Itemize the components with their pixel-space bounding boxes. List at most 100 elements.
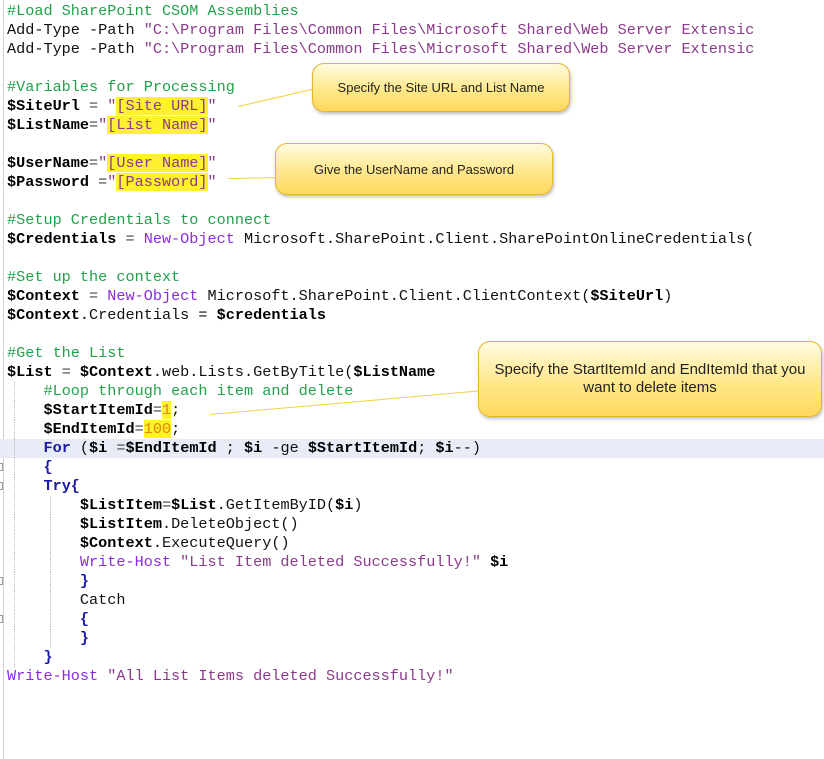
indent-guide xyxy=(13,610,15,629)
code-token: $Context xyxy=(79,534,153,552)
code-token: $List xyxy=(7,363,53,381)
code-token: = xyxy=(89,116,99,134)
code-token: New-Object xyxy=(143,230,235,248)
code-token: " xyxy=(207,173,217,191)
indent-guide xyxy=(50,553,52,572)
code-line[interactable]: $ListItem=$List.GetItemByID($i) xyxy=(0,496,824,515)
code-token: = xyxy=(152,401,162,419)
callout-credentials-text: Give the UserName and Password xyxy=(313,161,515,177)
indent-guide xyxy=(50,572,52,591)
code-token: --) xyxy=(453,439,481,457)
code-line[interactable]: #Load SharePoint CSOM Assemblies xyxy=(0,2,824,21)
code-token: ( xyxy=(70,439,90,457)
code-token: ; xyxy=(417,439,436,457)
code-token: $SiteUrl xyxy=(590,287,664,305)
code-line[interactable]: $Credentials = New-Object Microsoft.Shar… xyxy=(0,230,824,249)
code-line[interactable]: } xyxy=(0,629,824,648)
code-line[interactable]: For ($i =$EndItemId ; $i -ge $StartItemI… xyxy=(0,439,824,458)
code-token: $List xyxy=(171,496,217,514)
code-token: ; xyxy=(216,439,244,457)
code-token: Microsoft.SharePoint.Client.SharePointOn… xyxy=(234,230,755,248)
code-line[interactable]: { xyxy=(0,610,824,629)
code-line[interactable]: Write-Host "List Item deleted Successful… xyxy=(0,553,824,572)
indent-guide xyxy=(13,477,15,496)
code-token: -ge xyxy=(262,439,308,457)
code-line[interactable]: } xyxy=(0,572,824,591)
code-line[interactable]: $Context.Credentials = $credentials xyxy=(0,306,824,325)
code-token: Microsoft.SharePoint.Client.ClientContex… xyxy=(198,287,591,305)
code-line[interactable]: $Context = New-Object Microsoft.SharePoi… xyxy=(0,287,824,306)
indent-guide xyxy=(13,572,15,591)
highlighted-token: [List Name] xyxy=(107,116,208,134)
indent-guide xyxy=(13,401,15,420)
indent-guide xyxy=(13,648,15,667)
highlighted-token: [Site URL] xyxy=(116,97,208,115)
fold-marker[interactable] xyxy=(0,482,3,490)
code-token: = xyxy=(79,97,108,115)
highlighted-token: [User Name] xyxy=(107,154,208,172)
code-token: $Context xyxy=(7,287,80,305)
code-token: "List Item deleted Successfully!" xyxy=(171,553,491,571)
code-token: $i xyxy=(435,439,454,457)
code-token: $i xyxy=(490,553,509,571)
callout-item-ids: Specify the StartItemId and EndItemId th… xyxy=(478,341,822,417)
code-token: { xyxy=(43,458,53,476)
code-token: #Get the List xyxy=(7,344,126,362)
code-token: = xyxy=(134,420,144,438)
code-line[interactable]: #Setup Credentials to connect xyxy=(0,211,824,230)
code-line[interactable] xyxy=(0,249,824,268)
code-token: " xyxy=(207,97,217,115)
code-token: .DeleteObject() xyxy=(161,515,299,533)
fold-marker[interactable] xyxy=(0,615,3,623)
code-token: $Context xyxy=(7,306,80,324)
code-line[interactable]: Add-Type -Path "C:\Program Files\Common … xyxy=(0,40,824,59)
callout-site-text: Specify the Site URL and List Name xyxy=(337,80,545,95)
code-token: " xyxy=(98,116,108,134)
code-token: = xyxy=(161,496,172,514)
code-line[interactable]: $ListName="[List Name]" xyxy=(0,116,824,135)
code-line[interactable]: $Context.ExecuteQuery() xyxy=(0,534,824,553)
code-token: $EndItemId xyxy=(125,439,217,457)
code-token: = xyxy=(89,154,99,172)
code-token: ; xyxy=(171,420,181,438)
callout-items-text: Specify the StartItemId and EndItemId th… xyxy=(494,361,806,396)
code-line[interactable]: $EndItemId=100; xyxy=(0,420,824,439)
code-token: $ListItem xyxy=(79,515,162,533)
code-token: } xyxy=(43,648,53,666)
code-token: For xyxy=(43,439,71,457)
code-token: } xyxy=(79,572,90,590)
code-line[interactable]: $ListItem.DeleteObject() xyxy=(0,515,824,534)
code-line[interactable]: } xyxy=(0,648,824,667)
code-line[interactable]: Add-Type -Path "C:\Program Files\Common … xyxy=(0,21,824,40)
code-token: = xyxy=(79,287,108,305)
callout-username-password: Give the UserName and Password xyxy=(275,143,553,195)
code-token: New-Object xyxy=(107,287,199,305)
code-line[interactable]: #Set up the context xyxy=(0,268,824,287)
code-token: $i xyxy=(244,439,263,457)
code-line[interactable]: Write-Host "All List Items deleted Succe… xyxy=(0,667,824,686)
highlighted-token: 1 xyxy=(161,401,172,419)
code-token: Add-Type -Path xyxy=(7,21,144,39)
code-line[interactable]: { xyxy=(0,458,824,477)
code-token: " xyxy=(98,154,108,172)
code-token: Write-Host xyxy=(7,667,99,685)
indent-guide xyxy=(13,420,15,439)
code-token: ) xyxy=(663,287,673,305)
highlighted-token: 100 xyxy=(143,420,172,438)
indent-guide xyxy=(50,515,52,534)
fold-marker[interactable] xyxy=(0,577,3,585)
fold-marker[interactable] xyxy=(0,463,3,471)
indent-guide xyxy=(13,553,15,572)
code-token: ) xyxy=(353,496,363,514)
code-line[interactable]: Catch xyxy=(0,591,824,610)
code-editor[interactable]: #Load SharePoint CSOM Assemblies Add-Type… xyxy=(0,0,824,759)
code-line[interactable]: Try{ xyxy=(0,477,824,496)
code-token: $Password xyxy=(7,173,90,191)
